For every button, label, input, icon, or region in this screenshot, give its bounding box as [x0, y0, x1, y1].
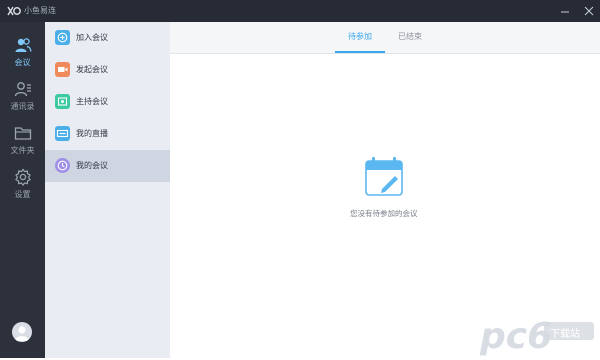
- tab-ended[interactable]: 已结束: [398, 31, 422, 42]
- nav-label: 设置: [14, 190, 31, 199]
- video-icon: [55, 62, 70, 77]
- close-icon: [584, 6, 594, 16]
- host-icon: [55, 94, 70, 109]
- submenu-item-my-live[interactable]: 我的直播: [45, 118, 170, 150]
- submenu-item-host-meeting[interactable]: 主持会议: [45, 86, 170, 118]
- minimize-icon: [561, 11, 569, 13]
- title-bar: 小鱼易连: [0, 0, 600, 22]
- folder-icon: [14, 127, 31, 140]
- submenu-label: 我的会议: [76, 161, 108, 170]
- clock-icon: [55, 158, 70, 173]
- nav-label: 文件夹: [10, 146, 35, 155]
- avatar[interactable]: [12, 322, 32, 342]
- nav-label: 通讯录: [10, 102, 35, 111]
- main-content: 待参加 已结束 您没有待参加的会议 pc6 下载站: [170, 22, 600, 358]
- tab-bar: 待参加 已结束: [170, 22, 600, 54]
- app-logo-icon: [7, 6, 21, 16]
- meeting-submenu: 加入会议 发起会议 主持会议 我的直播 我的会议: [45, 22, 170, 358]
- nav-item-settings[interactable]: 设置: [0, 162, 45, 208]
- live-icon: [55, 126, 70, 141]
- minimize-button[interactable]: [554, 0, 576, 22]
- watermark-sub: 下载站: [550, 329, 580, 340]
- nav-item-contacts[interactable]: 通讯录: [0, 74, 45, 120]
- nav-item-meetings[interactable]: 会议: [0, 30, 45, 76]
- app-title: 小鱼易连: [24, 6, 56, 15]
- plus-icon: [55, 30, 70, 45]
- submenu-item-join-meeting[interactable]: 加入会议: [45, 22, 170, 54]
- empty-state-message: 您没有待参加的会议: [350, 209, 418, 218]
- people-icon: [15, 38, 31, 52]
- active-tab-indicator: [335, 51, 385, 53]
- svg-text:pc6: pc6: [479, 316, 552, 356]
- submenu-label: 加入会议: [76, 33, 108, 42]
- submenu-item-my-meetings[interactable]: 我的会议: [45, 150, 170, 182]
- nav-rail: 会议 通讯录 文件夹 设置: [0, 22, 45, 358]
- submenu-item-start-meeting[interactable]: 发起会议: [45, 54, 170, 86]
- watermark-logo: pc6 下载站: [478, 308, 598, 357]
- submenu-label: 我的直播: [76, 129, 108, 138]
- submenu-label: 主持会议: [76, 97, 108, 106]
- user-avatar-icon: [15, 326, 29, 341]
- gear-icon: [14, 168, 31, 186]
- calendar-edit-icon: [365, 157, 403, 196]
- nav-item-folder[interactable]: 文件夹: [0, 118, 45, 164]
- nav-label: 会议: [14, 58, 31, 67]
- submenu-label: 发起会议: [76, 65, 108, 74]
- close-button[interactable]: [578, 0, 600, 22]
- contacts-icon: [14, 82, 31, 97]
- tab-pending[interactable]: 待参加: [348, 31, 372, 42]
